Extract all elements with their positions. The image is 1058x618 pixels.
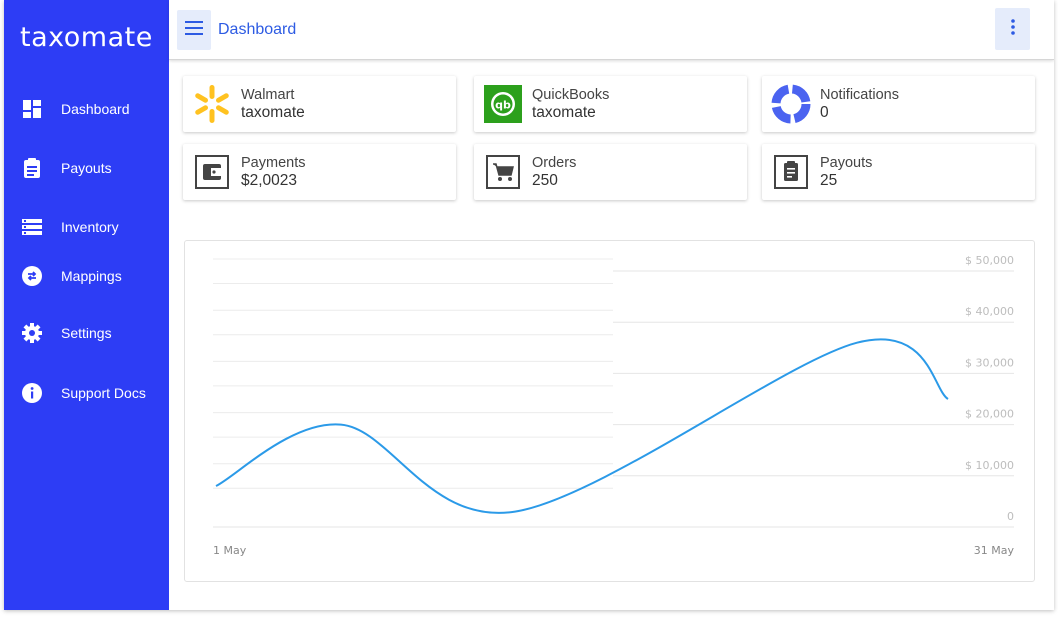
card-value: 25	[820, 172, 838, 189]
y-tick-label: $ 10,000	[965, 459, 1014, 472]
info-icon	[22, 383, 42, 403]
card-title: QuickBooks	[532, 87, 610, 103]
dashboard-icon	[22, 99, 42, 119]
wallet-icon	[191, 151, 233, 193]
card-walmart[interactable]: Walmart taxomate	[183, 76, 456, 132]
y-tick-label: 0	[1007, 510, 1014, 523]
card-payments[interactable]: Payments $2,0023	[183, 144, 456, 200]
quickbooks-icon: qb	[482, 83, 524, 125]
card-title: Payments	[241, 155, 306, 171]
clipboard-icon	[22, 158, 42, 178]
sidebar-item-label: Dashboard	[61, 101, 130, 117]
card-orders[interactable]: Orders 250	[474, 144, 747, 200]
card-title: Payouts	[820, 155, 873, 171]
app-window: taxomate Dashboard Payouts Inventory Map…	[4, 0, 1054, 610]
cart-icon	[482, 151, 524, 193]
sidebar-item-settings[interactable]: Settings	[4, 315, 169, 351]
clipboard-icon	[770, 151, 812, 193]
card-title: Notifications	[820, 87, 899, 103]
card-title: Walmart	[241, 87, 295, 103]
card-value: 0	[820, 104, 829, 121]
sidebar-item-support-docs[interactable]: Support Docs	[4, 375, 169, 411]
sales-chart: $ 50,000 $ 40,000 $ 30,000 $ 20,000 $ 10,000…	[184, 240, 1035, 582]
sidebar-item-mappings[interactable]: Mappings	[4, 258, 169, 294]
menu-button[interactable]	[177, 10, 211, 50]
y-tick-label: $ 50,000	[965, 254, 1014, 267]
logo: taxomate	[20, 22, 153, 53]
y-tick-label: $ 20,000	[965, 408, 1014, 421]
top-bar: Dashboard	[169, 0, 1054, 60]
card-value: $2,0023	[241, 172, 298, 189]
card-notifications[interactable]: Notifications 0	[762, 76, 1035, 132]
more-vertical-icon	[1010, 18, 1015, 40]
card-value: taxomate	[241, 104, 305, 121]
sidebar: taxomate Dashboard Payouts Inventory Map…	[4, 0, 169, 610]
hamburger-icon	[185, 20, 203, 40]
taxomate-logo-icon	[770, 83, 812, 125]
y-tick-label: $ 30,000	[965, 356, 1014, 369]
walmart-spark-icon	[191, 83, 233, 125]
card-payouts[interactable]: Payouts 25	[762, 144, 1035, 200]
sidebar-item-inventory[interactable]: Inventory	[4, 209, 169, 245]
sidebar-item-label: Settings	[61, 325, 112, 341]
list-icon	[22, 217, 42, 237]
card-value: taxomate	[532, 104, 596, 121]
svg-text:qb: qb	[495, 99, 511, 112]
x-tick-label: 31 May	[974, 544, 1015, 557]
more-options-button[interactable]	[995, 8, 1030, 50]
gear-icon	[22, 323, 42, 343]
series-line	[215, 338, 949, 514]
card-quickbooks[interactable]: qb QuickBooks taxomate	[474, 76, 747, 132]
sidebar-item-dashboard[interactable]: Dashboard	[4, 91, 169, 127]
swap-icon	[22, 266, 42, 286]
card-title: Orders	[532, 155, 577, 171]
card-value: 250	[532, 172, 558, 189]
sidebar-item-payouts[interactable]: Payouts	[4, 150, 169, 186]
page-title: Dashboard	[218, 21, 297, 38]
x-tick-label: 1 May	[213, 544, 247, 557]
sidebar-item-label: Inventory	[61, 219, 119, 235]
chart-svg: $ 50,000 $ 40,000 $ 30,000 $ 20,000 $ 10,000…	[213, 254, 1015, 557]
sidebar-item-label: Mappings	[61, 268, 122, 284]
sidebar-item-label: Support Docs	[61, 385, 146, 401]
sidebar-item-label: Payouts	[61, 160, 112, 176]
y-tick-label: $ 40,000	[965, 305, 1014, 318]
